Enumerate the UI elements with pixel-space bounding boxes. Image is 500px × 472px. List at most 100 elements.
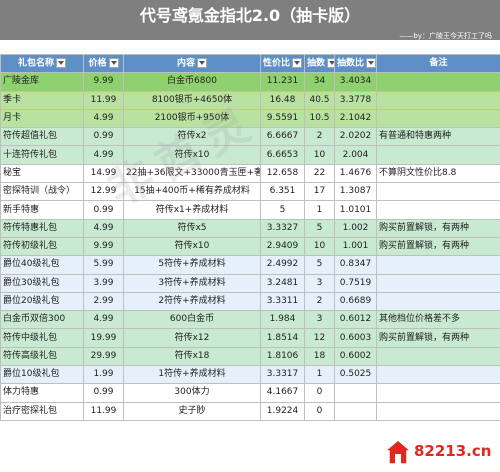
table-row: 体力特惠 0.99 300体力 4.1667 0: [0, 383, 500, 403]
cell-pulls: 10: [304, 236, 335, 257]
col-header-note[interactable]: 备注: [376, 53, 500, 74]
cell-ratio: 0.6003: [334, 328, 377, 348]
cell-note: 购买前置解锁，有两种: [376, 236, 500, 257]
table-row: 治疗密探礼包 11.99 史子眇 1.9224 0: [0, 401, 500, 421]
cell-content: 白金币6800: [123, 72, 261, 92]
cell-note: [376, 108, 500, 129]
cell-name: 治疗密探礼包: [0, 401, 84, 421]
cell-value: 3.3327: [260, 218, 305, 238]
cell-content: 15抽+400币+稀有养成材料: [123, 182, 261, 202]
cell-content: 2100银币+950体: [123, 108, 261, 129]
house-icon: [384, 439, 412, 465]
cell-note: [376, 255, 500, 275]
author-credit: ——by：广陵王今天打工了吗: [399, 32, 492, 40]
cell-pulls: 40.5: [304, 90, 335, 110]
cell-ratio: 0.8347: [334, 255, 377, 275]
table-row: 密探特训（战令） 12.99 15抽+400币+稀有养成材料 6.351 17 1.308…: [0, 182, 500, 202]
table-row: 符传高级礼包 29.99 符传x18 1.8106 18 0.6002: [0, 346, 500, 367]
cell-price: 0.99: [83, 200, 124, 220]
site-watermark: 82213.cn: [384, 436, 496, 470]
cell-pulls: 5: [304, 218, 335, 238]
cell-ratio: 2.1042: [334, 108, 377, 129]
cell-pulls: 0: [304, 401, 335, 421]
cell-pulls: 5: [304, 255, 335, 275]
table-row: 月卡 4.99 2100银币+950体 9.5591 10.5 2.1042: [0, 108, 500, 129]
col-header-ratio[interactable]: 抽数比: [334, 53, 377, 74]
filter-dropdown-icon[interactable]: [197, 57, 207, 68]
col-header-content[interactable]: 内容: [123, 53, 261, 74]
cell-note: [376, 273, 500, 293]
cell-ratio: 2.0202: [334, 127, 377, 147]
cell-value: 6.6667: [260, 127, 305, 147]
cell-note: 不算阴文性价比8.8: [376, 163, 500, 184]
cell-name: 季卡: [0, 90, 84, 110]
cell-pulls: 12: [304, 328, 335, 348]
cell-note: [376, 346, 500, 367]
cell-note: [376, 145, 500, 165]
cell-note: [376, 383, 500, 403]
cell-ratio: 1.002: [334, 218, 377, 238]
cell-content: 符传x18: [123, 346, 261, 367]
cell-ratio: 3.3778: [334, 90, 377, 110]
cell-name: 符传特惠礼包: [0, 218, 84, 238]
table-row: 爵位10级礼包 1.99 1符传+养成材料 3.3317 1 0.5025: [0, 365, 500, 385]
filter-dropdown-icon[interactable]: [108, 57, 119, 68]
cell-value: 1.8106: [260, 346, 305, 367]
cell-content: 600白金币: [123, 310, 261, 330]
cell-price: 4.99: [83, 145, 124, 165]
cell-price: 12.99: [83, 182, 124, 202]
cell-pulls: 2: [304, 291, 335, 312]
cell-content: 8100银币+4650体: [123, 90, 261, 110]
cell-value: 9.5591: [260, 108, 305, 129]
cell-pulls: 22: [304, 163, 335, 184]
cell-note: 有普通和特惠两种: [376, 127, 500, 147]
filter-dropdown-icon[interactable]: [366, 57, 376, 68]
cell-price: 0.99: [83, 127, 124, 147]
cell-content: 符传x1+养成材料: [123, 200, 261, 220]
cell-price: 1.99: [83, 365, 124, 385]
cell-value: 1.9224: [260, 401, 305, 421]
cell-ratio: 1.0101: [334, 200, 377, 220]
cell-content: 2符传+养成材料: [123, 291, 261, 312]
cell-name: 爵位30级礼包: [0, 273, 84, 293]
cell-note: [376, 401, 500, 421]
cell-price: 11.99: [83, 90, 124, 110]
cell-ratio: 1.001: [334, 236, 377, 257]
col-header-name[interactable]: 礼包名称: [0, 53, 84, 74]
cell-name: 十连符传礼包: [0, 145, 84, 165]
cell-value: 11.231: [260, 72, 305, 92]
cell-note: [376, 90, 500, 110]
cell-price: 4.99: [83, 108, 124, 129]
cell-ratio: 0.6002: [334, 346, 377, 367]
col-header-value[interactable]: 性价比: [260, 53, 305, 74]
cell-ratio: 2.004: [334, 145, 377, 165]
cell-content: 22抽+36限文+33000青玉匣+奢算筹: [123, 163, 261, 184]
cell-price: 5.99: [83, 255, 124, 275]
cell-price: 9.99: [83, 236, 124, 257]
cell-content: 符传x10: [123, 236, 261, 257]
cell-name: 符传超值礼包: [0, 127, 84, 147]
filter-dropdown-icon[interactable]: [292, 57, 303, 68]
cell-pulls: 3: [304, 310, 335, 330]
cell-value: 3.2481: [260, 273, 305, 293]
table-row: 秘宝14.9922抽+36限文+33000青玉匣+奢算筹12.658221.46…: [0, 163, 500, 184]
cell-content: 史子眇: [123, 401, 261, 421]
cell-content: 1符传+养成材料: [123, 365, 261, 385]
cell-ratio: 0.5025: [334, 365, 377, 385]
cell-name: 爵位40级礼包: [0, 255, 84, 275]
cell-pulls: 2: [304, 127, 335, 147]
filter-dropdown-icon[interactable]: [56, 57, 66, 68]
filter-dropdown-icon[interactable]: [327, 57, 334, 68]
cell-content: 符传x12: [123, 328, 261, 348]
table-row: 符传初级礼包 9.99 符传x10 2.9409 10 1.001 购买前置解锁，有两种: [0, 236, 500, 257]
cell-name: 符传中级礼包: [0, 328, 84, 348]
col-header-price[interactable]: 价格: [83, 53, 124, 74]
cell-value: 1.984: [260, 310, 305, 330]
cell-price: 0.99: [83, 383, 124, 403]
table-row: 季卡 11.99 8100银币+4650体 16.48 40.5 3.3778: [0, 90, 500, 110]
cell-value: 12.658: [260, 163, 305, 184]
page-title: 代号鸢氪金指北2.0（抽卡版）: [139, 6, 361, 25]
col-header-pulls[interactable]: 抽数: [304, 53, 335, 74]
cell-price: 3.99: [83, 273, 124, 293]
table-row: 符传超值礼包 0.99 符传x2 6.6667 2 2.0202 有普通和特惠两种: [0, 127, 500, 147]
